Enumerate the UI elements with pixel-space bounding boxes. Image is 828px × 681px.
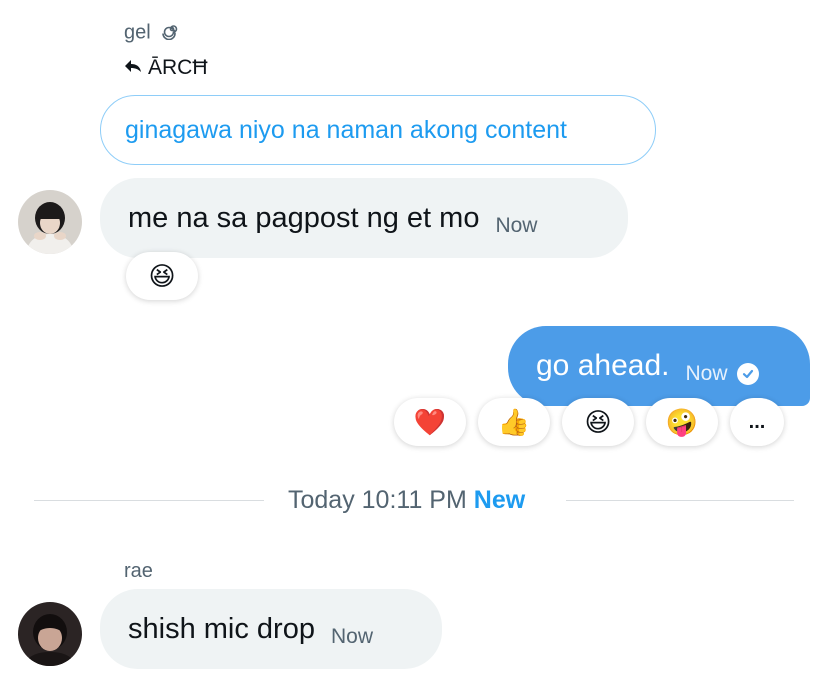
divider-line-left <box>34 500 264 501</box>
divider-timestamp: Today 10:11 PM <box>288 486 467 514</box>
more-dots-icon: ... <box>748 411 766 433</box>
message-text: go ahead. <box>536 349 670 382</box>
quoted-message-text: ginagawa niyo na naman akong content <box>125 115 567 144</box>
reply-arrow-icon <box>124 56 142 80</box>
message-bubble-incoming[interactable]: shish mic drop Now <box>100 589 442 669</box>
message-timestamp: Now <box>330 625 373 648</box>
reaction-badge[interactable]: 😆 <box>126 252 198 300</box>
message-text: shish mic drop <box>128 612 315 645</box>
react-zany-face-button[interactable]: 🤪 <box>646 398 718 446</box>
zany-face-emoji-icon: 🤪 <box>665 407 699 437</box>
spiral-icon <box>160 20 180 46</box>
thumbs-up-emoji-icon: 👍 <box>497 407 531 437</box>
sender-name-rae: rae <box>124 560 153 583</box>
sender-name-gel: gel <box>124 20 180 46</box>
reply-to-name: ĀRCĦ <box>148 56 208 79</box>
laughing-emoji-icon: 😆 <box>148 261 176 291</box>
avatar-gel[interactable] <box>18 190 82 254</box>
sender-name-text: gel <box>124 21 151 44</box>
react-heart-button[interactable]: ❤️ <box>394 398 466 446</box>
avatar-rae[interactable] <box>18 602 82 666</box>
message-bubble-incoming[interactable]: me na sa pagpost ng et mo Now <box>100 178 628 258</box>
message-timestamp: Now <box>685 362 728 385</box>
more-reactions-button[interactable]: ... <box>730 398 784 446</box>
laughing-emoji-icon: 😆 <box>584 407 612 437</box>
avatar-image <box>18 602 82 666</box>
react-laughing-button[interactable]: 😆 <box>562 398 634 446</box>
react-thumbs-up-button[interactable]: 👍 <box>478 398 550 446</box>
message-bubble-outgoing[interactable]: go ahead. Now <box>508 326 810 406</box>
message-timestamp: Now <box>495 214 538 237</box>
avatar-image <box>18 190 82 254</box>
seen-check-icon <box>737 363 760 385</box>
heart-emoji-icon: ❤️ <box>413 407 447 437</box>
date-divider: Today 10:11 PM New <box>288 486 525 515</box>
quoted-message[interactable]: ginagawa niyo na naman akong content <box>100 95 656 165</box>
sender-name-text: rae <box>124 560 153 582</box>
message-text: me na sa pagpost ng et mo <box>128 201 480 234</box>
new-messages-label: New <box>473 486 526 514</box>
reply-to-label: ĀRCĦ <box>124 56 208 80</box>
divider-line-right <box>566 500 794 501</box>
